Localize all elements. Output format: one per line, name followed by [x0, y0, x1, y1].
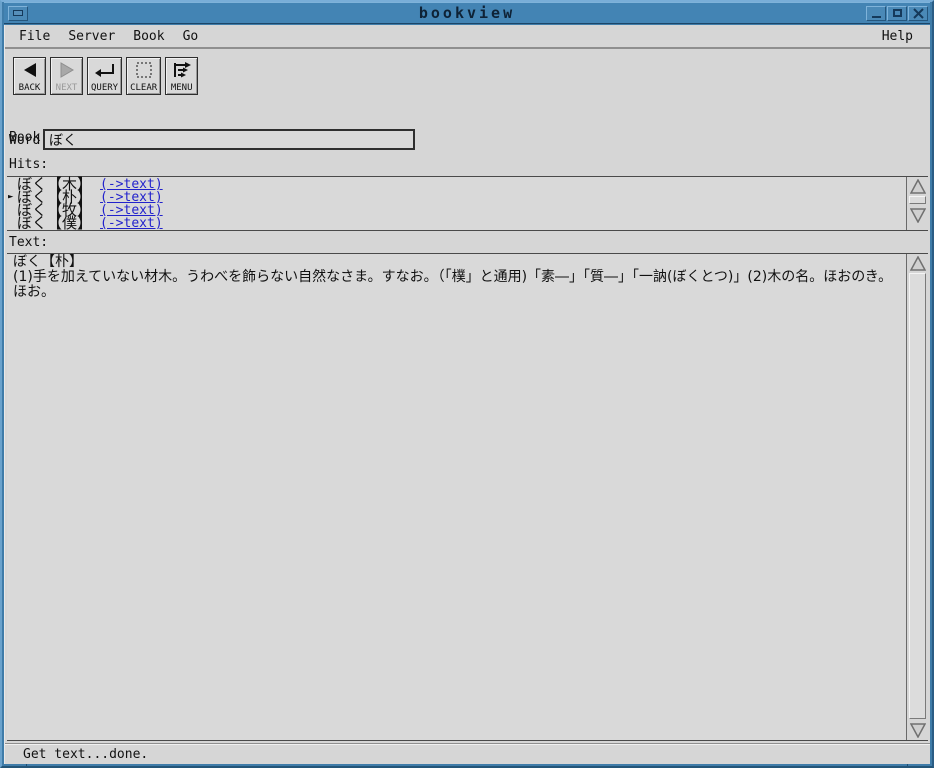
text-scrollbar[interactable] — [906, 254, 928, 740]
window-title: bookview — [4, 4, 930, 22]
status-bar: Get text...done. — [5, 743, 930, 764]
hit-row: ぼく【僕】 (->text) — [7, 217, 906, 230]
clear-button[interactable]: CLEAR — [126, 57, 161, 95]
menu-tree-icon — [171, 60, 193, 80]
next-button[interactable]: NEXT — [50, 57, 83, 95]
back-button-label: BACK — [19, 83, 41, 93]
menu-button[interactable]: MENU — [165, 57, 198, 95]
minimize-icon — [872, 16, 881, 18]
frame-tick — [907, 764, 908, 766]
close-icon — [913, 8, 924, 19]
status-message: Get text...done. — [5, 747, 148, 762]
menu-bar: File Server Book Go Help — [5, 25, 930, 49]
next-arrow-icon — [58, 60, 76, 80]
menu-file[interactable]: File — [5, 29, 59, 44]
menu-server[interactable]: Server — [59, 29, 124, 44]
hits-list: ぼく【木】 (->text) ► ぼく【朴】 (->text) ぼく【牧】 (-… — [7, 176, 928, 231]
text-label: Text: — [9, 235, 48, 250]
hits-label: Hits: — [9, 157, 48, 172]
bookview-window: bookview File Server Book Go Help — [0, 0, 934, 768]
menu-help[interactable]: Help — [873, 29, 922, 44]
titlebar[interactable]: bookview — [4, 2, 930, 24]
back-arrow-icon — [21, 60, 39, 80]
maximize-button[interactable] — [887, 6, 907, 21]
entry-body: (1)手を加えていない材木。うわべを飾らない自然なさま。すなお。（「樸」と通用)… — [13, 270, 902, 300]
query-button-label: QUERY — [91, 83, 118, 93]
return-arrow-icon — [94, 60, 116, 80]
clear-button-label: CLEAR — [130, 83, 157, 93]
client-area: File Server Book Go Help BACK NEXT — [4, 25, 930, 764]
scroll-up-icon[interactable] — [908, 254, 927, 272]
text-scroll-thumb[interactable] — [909, 273, 926, 719]
scroll-up-icon[interactable] — [908, 177, 927, 195]
text-area: ぼく【朴】 (1)手を加えていない材木。うわべを飾らない自然なさま。すなお。（「… — [7, 253, 928, 741]
minimize-button[interactable] — [866, 6, 886, 21]
query-button[interactable]: QUERY — [87, 57, 122, 95]
dashed-box-icon — [135, 60, 153, 80]
close-button[interactable] — [908, 6, 928, 21]
back-button[interactable]: BACK — [13, 57, 46, 95]
hits-scroll-thumb[interactable] — [909, 196, 926, 204]
menu-book[interactable]: Book — [124, 29, 173, 44]
scroll-down-icon[interactable] — [908, 206, 927, 224]
selection-marker-icon: ► — [8, 193, 13, 202]
menu-go[interactable]: Go — [174, 29, 208, 44]
word-input[interactable] — [43, 129, 415, 150]
next-button-label: NEXT — [56, 83, 78, 93]
toolbar: BACK NEXT QUERY — [13, 57, 198, 95]
scroll-down-icon[interactable] — [908, 721, 927, 739]
maximize-icon — [893, 9, 902, 17]
hit-entry: ぼく【僕】 — [17, 217, 92, 230]
menu-button-label: MENU — [171, 83, 193, 93]
hit-text-link[interactable]: (->text) — [100, 217, 163, 230]
hits-scrollbar[interactable] — [906, 177, 928, 230]
entry-heading: ぼく【朴】 — [13, 255, 902, 270]
frame-tick — [26, 764, 27, 766]
